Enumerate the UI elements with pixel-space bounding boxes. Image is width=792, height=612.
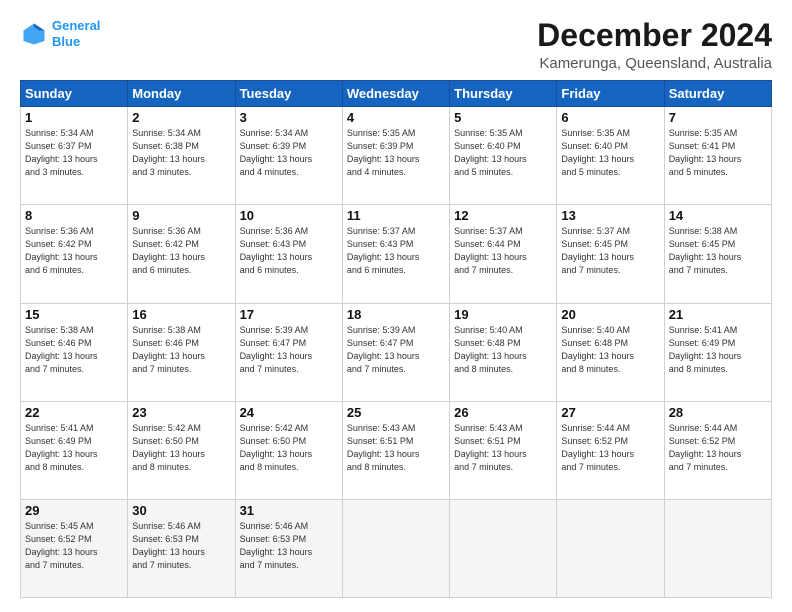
day-cell: 19 Sunrise: 5:40 AMSunset: 6:48 PMDaylig… <box>450 303 557 401</box>
day-cell: 25 Sunrise: 5:43 AMSunset: 6:51 PMDaylig… <box>342 401 449 499</box>
day-cell: 8 Sunrise: 5:36 AMSunset: 6:42 PMDayligh… <box>21 205 128 303</box>
day-cell: 18 Sunrise: 5:39 AMSunset: 6:47 PMDaylig… <box>342 303 449 401</box>
day-cell: 11 Sunrise: 5:37 AMSunset: 6:43 PMDaylig… <box>342 205 449 303</box>
day-cell: 9 Sunrise: 5:36 AMSunset: 6:42 PMDayligh… <box>128 205 235 303</box>
day-cell: 31 Sunrise: 5:46 AMSunset: 6:53 PMDaylig… <box>235 499 342 597</box>
logo-icon <box>20 20 48 48</box>
day-cell: 13 Sunrise: 5:37 AMSunset: 6:45 PMDaylig… <box>557 205 664 303</box>
day-cell: 10 Sunrise: 5:36 AMSunset: 6:43 PMDaylig… <box>235 205 342 303</box>
col-monday: Monday <box>128 81 235 107</box>
empty-cell <box>664 499 771 597</box>
logo: General Blue <box>20 18 100 49</box>
col-thursday: Thursday <box>450 81 557 107</box>
table-row: 1 Sunrise: 5:34 AMSunset: 6:37 PMDayligh… <box>21 107 772 205</box>
logo-text: General Blue <box>52 18 100 49</box>
day-cell: 4 Sunrise: 5:35 AMSunset: 6:39 PMDayligh… <box>342 107 449 205</box>
table-row: 8 Sunrise: 5:36 AMSunset: 6:42 PMDayligh… <box>21 205 772 303</box>
empty-cell <box>342 499 449 597</box>
day-cell: 16 Sunrise: 5:38 AMSunset: 6:46 PMDaylig… <box>128 303 235 401</box>
main-title: December 2024 <box>537 18 772 53</box>
calendar-header-row: Sunday Monday Tuesday Wednesday Thursday… <box>21 81 772 107</box>
empty-cell <box>450 499 557 597</box>
day-cell: 3 Sunrise: 5:34 AMSunset: 6:39 PMDayligh… <box>235 107 342 205</box>
day-cell: 15 Sunrise: 5:38 AMSunset: 6:46 PMDaylig… <box>21 303 128 401</box>
day-cell: 21 Sunrise: 5:41 AMSunset: 6:49 PMDaylig… <box>664 303 771 401</box>
day-cell: 30 Sunrise: 5:46 AMSunset: 6:53 PMDaylig… <box>128 499 235 597</box>
day-cell: 5 Sunrise: 5:35 AMSunset: 6:40 PMDayligh… <box>450 107 557 205</box>
empty-cell <box>557 499 664 597</box>
title-block: December 2024 Kamerunga, Queensland, Aus… <box>537 18 772 72</box>
day-cell: 2 Sunrise: 5:34 AMSunset: 6:38 PMDayligh… <box>128 107 235 205</box>
day-cell: 26 Sunrise: 5:43 AMSunset: 6:51 PMDaylig… <box>450 401 557 499</box>
page: General Blue December 2024 Kamerunga, Qu… <box>0 0 792 612</box>
table-row: 22 Sunrise: 5:41 AMSunset: 6:49 PMDaylig… <box>21 401 772 499</box>
day-cell: 1 Sunrise: 5:34 AMSunset: 6:37 PMDayligh… <box>21 107 128 205</box>
subtitle: Kamerunga, Queensland, Australia <box>537 55 772 72</box>
day-cell: 23 Sunrise: 5:42 AMSunset: 6:50 PMDaylig… <box>128 401 235 499</box>
day-cell: 20 Sunrise: 5:40 AMSunset: 6:48 PMDaylig… <box>557 303 664 401</box>
day-cell: 6 Sunrise: 5:35 AMSunset: 6:40 PMDayligh… <box>557 107 664 205</box>
day-cell: 14 Sunrise: 5:38 AMSunset: 6:45 PMDaylig… <box>664 205 771 303</box>
header: General Blue December 2024 Kamerunga, Qu… <box>20 18 772 72</box>
day-cell: 29 Sunrise: 5:45 AMSunset: 6:52 PMDaylig… <box>21 499 128 597</box>
table-row: 29 Sunrise: 5:45 AMSunset: 6:52 PMDaylig… <box>21 499 772 597</box>
table-row: 15 Sunrise: 5:38 AMSunset: 6:46 PMDaylig… <box>21 303 772 401</box>
day-cell: 24 Sunrise: 5:42 AMSunset: 6:50 PMDaylig… <box>235 401 342 499</box>
day-cell: 12 Sunrise: 5:37 AMSunset: 6:44 PMDaylig… <box>450 205 557 303</box>
col-saturday: Saturday <box>664 81 771 107</box>
day-cell: 7 Sunrise: 5:35 AMSunset: 6:41 PMDayligh… <box>664 107 771 205</box>
col-friday: Friday <box>557 81 664 107</box>
col-wednesday: Wednesday <box>342 81 449 107</box>
col-sunday: Sunday <box>21 81 128 107</box>
calendar-table: Sunday Monday Tuesday Wednesday Thursday… <box>20 80 772 598</box>
day-cell: 28 Sunrise: 5:44 AMSunset: 6:52 PMDaylig… <box>664 401 771 499</box>
day-cell: 22 Sunrise: 5:41 AMSunset: 6:49 PMDaylig… <box>21 401 128 499</box>
day-cell: 27 Sunrise: 5:44 AMSunset: 6:52 PMDaylig… <box>557 401 664 499</box>
day-cell: 17 Sunrise: 5:39 AMSunset: 6:47 PMDaylig… <box>235 303 342 401</box>
col-tuesday: Tuesday <box>235 81 342 107</box>
